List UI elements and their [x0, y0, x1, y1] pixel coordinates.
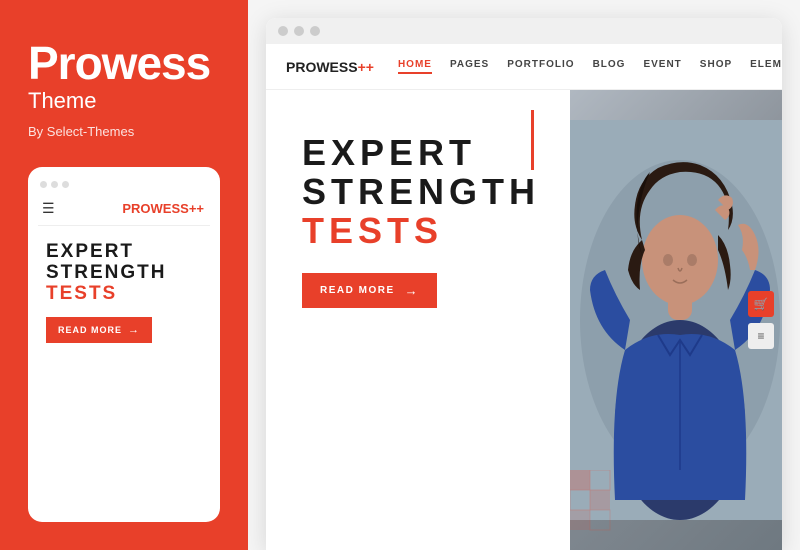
arrow-icon: →: [405, 283, 420, 298]
nav-portfolio[interactable]: PORTFOLIO: [507, 59, 574, 74]
scroll-controls: 🛒 ≡: [748, 291, 774, 349]
browser-maximize-btn[interactable]: [310, 26, 320, 36]
browser-close-btn[interactable]: [278, 26, 288, 36]
site-navbar: PROWESS++ HOME PAGES PORTFOLIO BLOG EVEN…: [266, 44, 782, 90]
hero-text-area: EXPERT STRENGTH TESTS READ MORE →: [266, 90, 570, 550]
mobile-read-more-button[interactable]: READ MORE →: [46, 317, 152, 343]
nav-event[interactable]: EVENT: [643, 59, 681, 74]
arrow-icon: →: [128, 324, 140, 336]
mobile-dots: [38, 177, 210, 196]
nav-home[interactable]: HOME: [398, 59, 432, 74]
read-more-button[interactable]: READ MORE →: [302, 273, 437, 308]
browser-minimize-btn[interactable]: [294, 26, 304, 36]
nav-elements[interactable]: ELEMENTS: [750, 59, 782, 74]
mobile-navbar: ☰ PROWESS++: [38, 196, 210, 226]
site-nav: HOME PAGES PORTFOLIO BLOG EVENT SHOP ELE…: [398, 59, 782, 74]
mobile-dot-3: [62, 181, 69, 188]
site-content: EXPERT STRENGTH TESTS READ MORE →: [266, 90, 782, 550]
scroll-up-icon[interactable]: 🛒: [748, 291, 774, 317]
nav-blog[interactable]: BLOG: [593, 59, 626, 74]
hamburger-icon[interactable]: ☰: [42, 200, 55, 217]
mobile-dot-2: [51, 181, 58, 188]
theme-subtitle: Theme: [28, 88, 220, 114]
mobile-hero: EXPERT STRENGTH TESTS READ MORE →: [38, 226, 210, 355]
theme-title: Prowess: [28, 40, 220, 86]
right-panel: PROWESS++ HOME PAGES PORTFOLIO BLOG EVEN…: [248, 0, 800, 550]
mobile-mockup: ☰ PROWESS++ EXPERT STRENGTH TESTS READ M…: [28, 167, 220, 522]
left-panel: Prowess Theme By Select-Themes ☰ PROWESS…: [0, 0, 248, 550]
browser-window: PROWESS++ HOME PAGES PORTFOLIO BLOG EVEN…: [266, 18, 782, 550]
hero-heading: EXPERT STRENGTH TESTS: [302, 134, 540, 251]
mobile-logo: PROWESS++: [122, 201, 204, 216]
mobile-hero-text: EXPERT STRENGTH TESTS: [46, 242, 202, 305]
vertical-accent: [531, 110, 534, 170]
scroll-down-icon[interactable]: ≡: [748, 323, 774, 349]
site-logo: PROWESS++: [286, 59, 374, 75]
nav-pages[interactable]: PAGES: [450, 59, 489, 74]
browser-toolbar: [266, 18, 782, 44]
nav-shop[interactable]: SHOP: [700, 59, 732, 74]
theme-author: By Select-Themes: [28, 124, 220, 139]
mobile-dot-1: [40, 181, 47, 188]
